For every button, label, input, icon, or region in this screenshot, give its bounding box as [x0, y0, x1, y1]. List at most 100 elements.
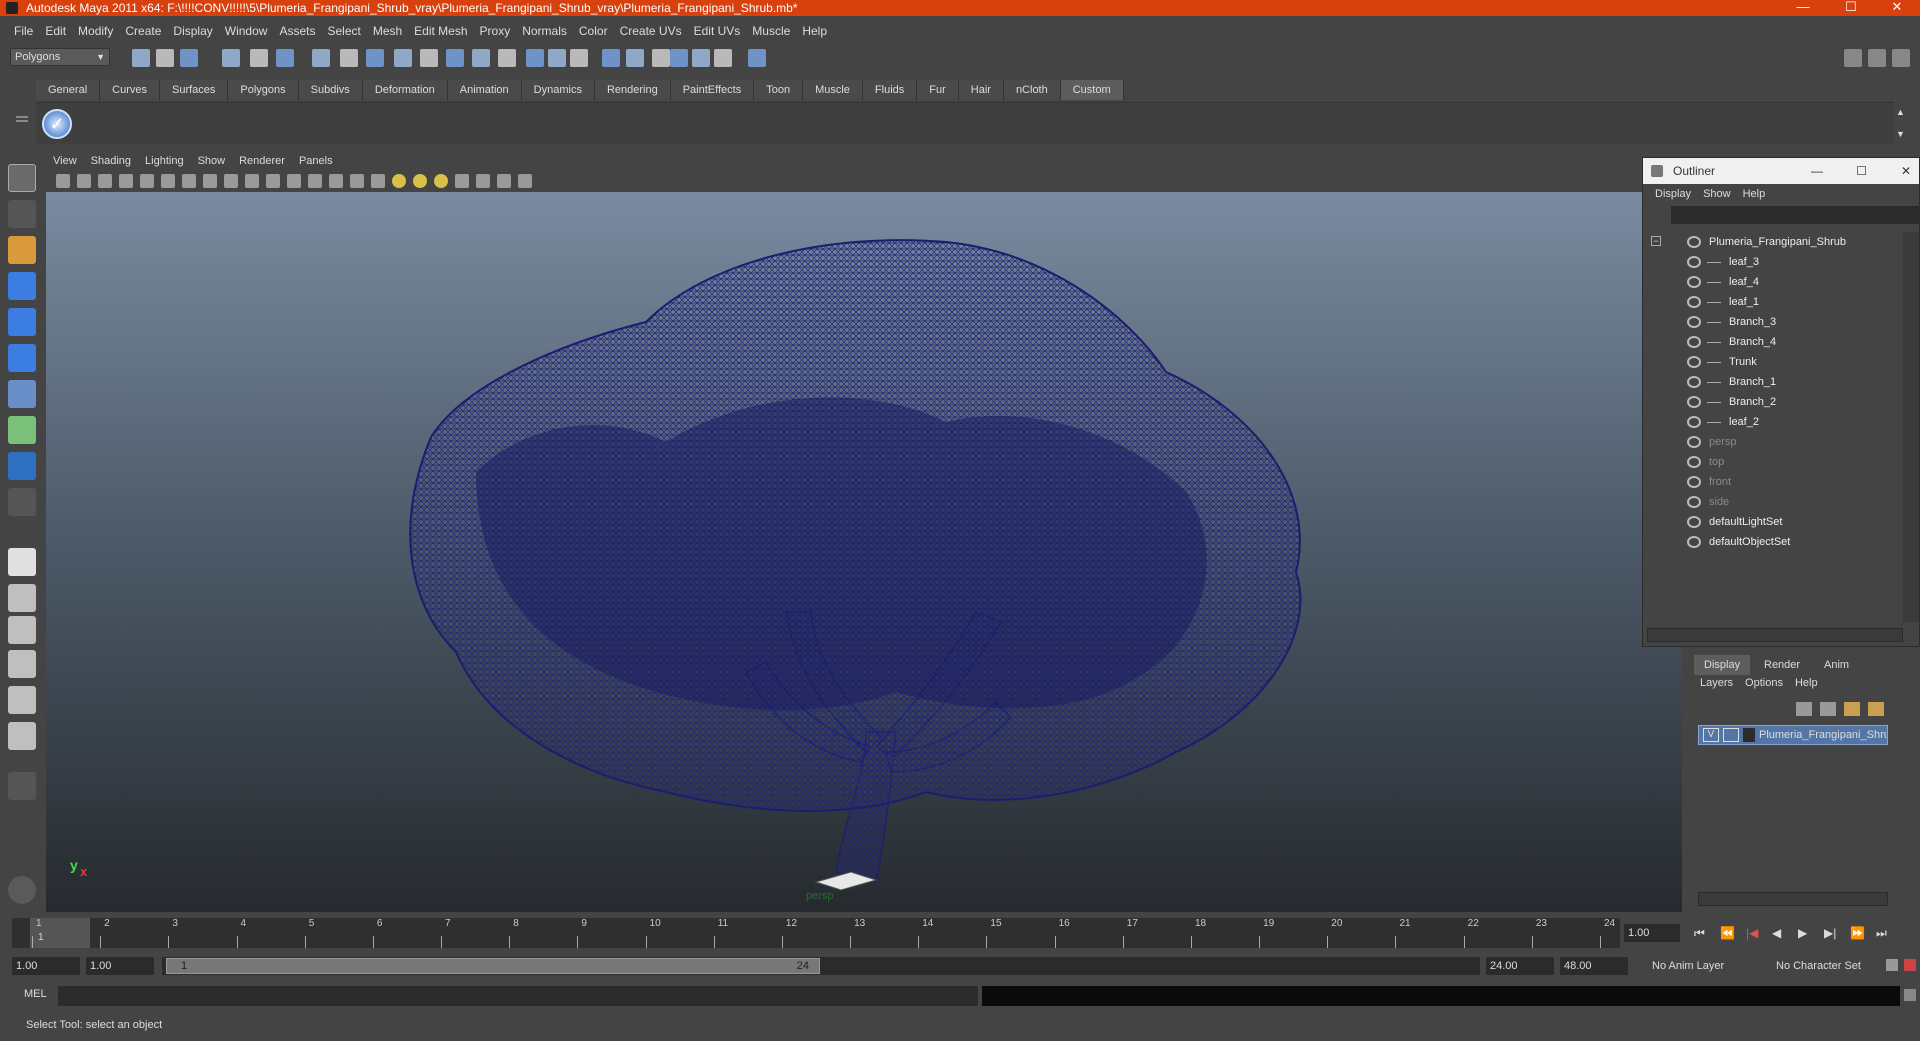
step-back-frame-icon[interactable]: |◀ — [1746, 926, 1758, 940]
construction-history-icon[interactable] — [526, 49, 544, 67]
rotate-tool-icon[interactable] — [8, 308, 36, 336]
outliner-item[interactable]: front — [1643, 472, 1899, 492]
layer-tab-render[interactable]: Render — [1754, 655, 1811, 675]
shelf-tab-deformation[interactable]: Deformation — [362, 80, 448, 100]
viewport-menu-shading[interactable]: Shading — [84, 155, 138, 167]
perspective-viewport[interactable]: persp y x — [46, 192, 1682, 912]
shelf-tab-fluids[interactable]: Fluids — [862, 80, 918, 100]
snap-plane-icon[interactable] — [394, 49, 412, 67]
layer-option-2-icon[interactable] — [1868, 702, 1884, 716]
step-forward-key-icon[interactable]: ⏩ — [1850, 926, 1865, 940]
outliner-vscrollbar[interactable] — [1903, 232, 1919, 622]
script-editor-icon[interactable] — [1904, 989, 1916, 1001]
outliner-item[interactable]: Branch_1 — [1643, 372, 1899, 392]
custom-layout-icon[interactable] — [8, 772, 36, 800]
maximize-button[interactable]: ☐ — [1828, 0, 1874, 16]
outliner-item[interactable]: leaf_3 — [1643, 252, 1899, 272]
outliner-menu-display[interactable]: Display — [1649, 188, 1697, 200]
menu-edit-mesh[interactable]: Edit Mesh — [408, 24, 473, 38]
viewport-menu-lighting[interactable]: Lighting — [138, 155, 191, 167]
start-time-field[interactable]: 1.00 — [12, 957, 80, 975]
layer-menu-options[interactable]: Options — [1739, 677, 1789, 695]
play-backwards-icon[interactable]: ◀ — [1772, 926, 1781, 940]
shelf-tab-ncloth[interactable]: nCloth — [1003, 80, 1061, 100]
close-button[interactable]: ✕ — [1874, 0, 1920, 16]
film-gate-icon[interactable] — [182, 174, 196, 188]
lock-icon[interactable] — [652, 49, 670, 67]
resolution-gate-icon[interactable] — [203, 174, 217, 188]
four-view-layout-icon[interactable] — [8, 584, 36, 612]
go-to-start-icon[interactable]: ⏮ — [1694, 926, 1705, 941]
shelf-tab-polygons[interactable]: Polygons — [228, 80, 299, 100]
textured-icon[interactable] — [371, 174, 385, 188]
outliner-item[interactable]: defaultObjectSet — [1643, 532, 1899, 552]
smooth-shade-icon[interactable] — [329, 174, 343, 188]
shelf-tab-muscle[interactable]: Muscle — [803, 80, 863, 100]
last-tool-icon[interactable] — [8, 488, 36, 516]
outliner-minimize-button[interactable]: — — [1811, 158, 1823, 184]
hypershade-layout-icon[interactable] — [8, 686, 36, 714]
outliner-item[interactable]: Branch_2 — [1643, 392, 1899, 412]
select-tool-icon[interactable] — [8, 164, 36, 192]
channel-box-toggle-icon[interactable] — [1868, 49, 1886, 67]
layer-tab-display[interactable]: Display — [1694, 655, 1751, 675]
outliner-item[interactable]: side — [1643, 492, 1899, 512]
layer-hscrollbar[interactable] — [1698, 892, 1888, 906]
symmetry-icon[interactable] — [748, 49, 766, 67]
camera-attributes-icon[interactable] — [77, 174, 91, 188]
open-scene-icon[interactable] — [156, 49, 174, 67]
play-forwards-icon[interactable]: ▶ — [1798, 926, 1807, 940]
anim-prefs-icon[interactable] — [1904, 959, 1916, 971]
high-quality-icon[interactable] — [497, 174, 511, 188]
layer-display-type-toggle[interactable] — [1723, 728, 1739, 742]
menu-select[interactable]: Select — [321, 24, 366, 38]
shelf-tab-subdivs[interactable]: Subdivs — [298, 80, 363, 100]
playback-end-field[interactable]: 24.00 — [1486, 957, 1554, 975]
bookmark-icon[interactable] — [98, 174, 112, 188]
menu-assets[interactable]: Assets — [273, 24, 321, 38]
output-ops-icon[interactable] — [498, 49, 516, 67]
outliner-item[interactable]: persp — [1643, 432, 1899, 452]
show-manipulator-icon[interactable] — [8, 452, 36, 480]
render-frame-icon[interactable] — [548, 49, 566, 67]
menu-proxy[interactable]: Proxy — [474, 24, 517, 38]
shelf-tab-painteffects[interactable]: PaintEffects — [670, 80, 755, 100]
layer-visibility-toggle[interactable]: V — [1703, 728, 1719, 742]
menu-modify[interactable]: Modify — [72, 24, 119, 38]
two-d-pan-icon[interactable] — [140, 174, 154, 188]
mode-dropdown[interactable]: Polygons ▼ — [10, 48, 110, 66]
menu-edit[interactable]: Edit — [39, 24, 72, 38]
wireframe-icon[interactable] — [308, 174, 322, 188]
viewport-menu-view[interactable]: View — [46, 155, 84, 167]
shelf-tab-fur[interactable]: Fur — [917, 80, 959, 100]
anim-layer-dropdown[interactable]: No Anim Layer — [1648, 957, 1750, 975]
menu-window[interactable]: Window — [219, 24, 274, 38]
menu-file[interactable]: File — [8, 24, 39, 38]
end-time-field[interactable]: 48.00 — [1560, 957, 1628, 975]
menu-create[interactable]: Create — [119, 24, 167, 38]
snap-grid-icon[interactable] — [312, 49, 330, 67]
single-perspective-layout-icon[interactable] — [8, 548, 36, 576]
menu-display[interactable]: Display — [167, 24, 218, 38]
shelf-tab-dynamics[interactable]: Dynamics — [521, 80, 595, 100]
ambient-occlusion-icon[interactable] — [518, 174, 532, 188]
character-set-dropdown[interactable]: No Character Set — [1772, 957, 1882, 975]
outliner-item[interactable]: Branch_3 — [1643, 312, 1899, 332]
layer-row[interactable]: V Plumeria_Frangipani_Shru — [1698, 725, 1888, 745]
shelf-tab-surfaces[interactable]: Surfaces — [159, 80, 229, 100]
shelf-tab-animation[interactable]: Animation — [447, 80, 522, 100]
paint-select-tool-icon[interactable] — [8, 236, 36, 264]
go-to-end-icon[interactable]: ⏭ — [1876, 926, 1887, 941]
shelf-grip[interactable] — [16, 80, 30, 140]
field-chart-icon[interactable] — [245, 174, 259, 188]
outliner-menu-show[interactable]: Show — [1697, 188, 1737, 200]
new-layer-selected-icon[interactable] — [1820, 702, 1836, 716]
select-component-icon[interactable] — [276, 49, 294, 67]
menu-normals[interactable]: Normals — [516, 24, 573, 38]
minimize-button[interactable]: — — [1780, 0, 1826, 16]
grid-icon[interactable] — [161, 174, 175, 188]
wireframe-on-shaded-icon[interactable] — [350, 174, 364, 188]
layer-color-swatch[interactable] — [1743, 728, 1755, 742]
shelf-tab-general[interactable]: General — [36, 80, 101, 100]
panel-layout-icon[interactable] — [1844, 49, 1862, 67]
